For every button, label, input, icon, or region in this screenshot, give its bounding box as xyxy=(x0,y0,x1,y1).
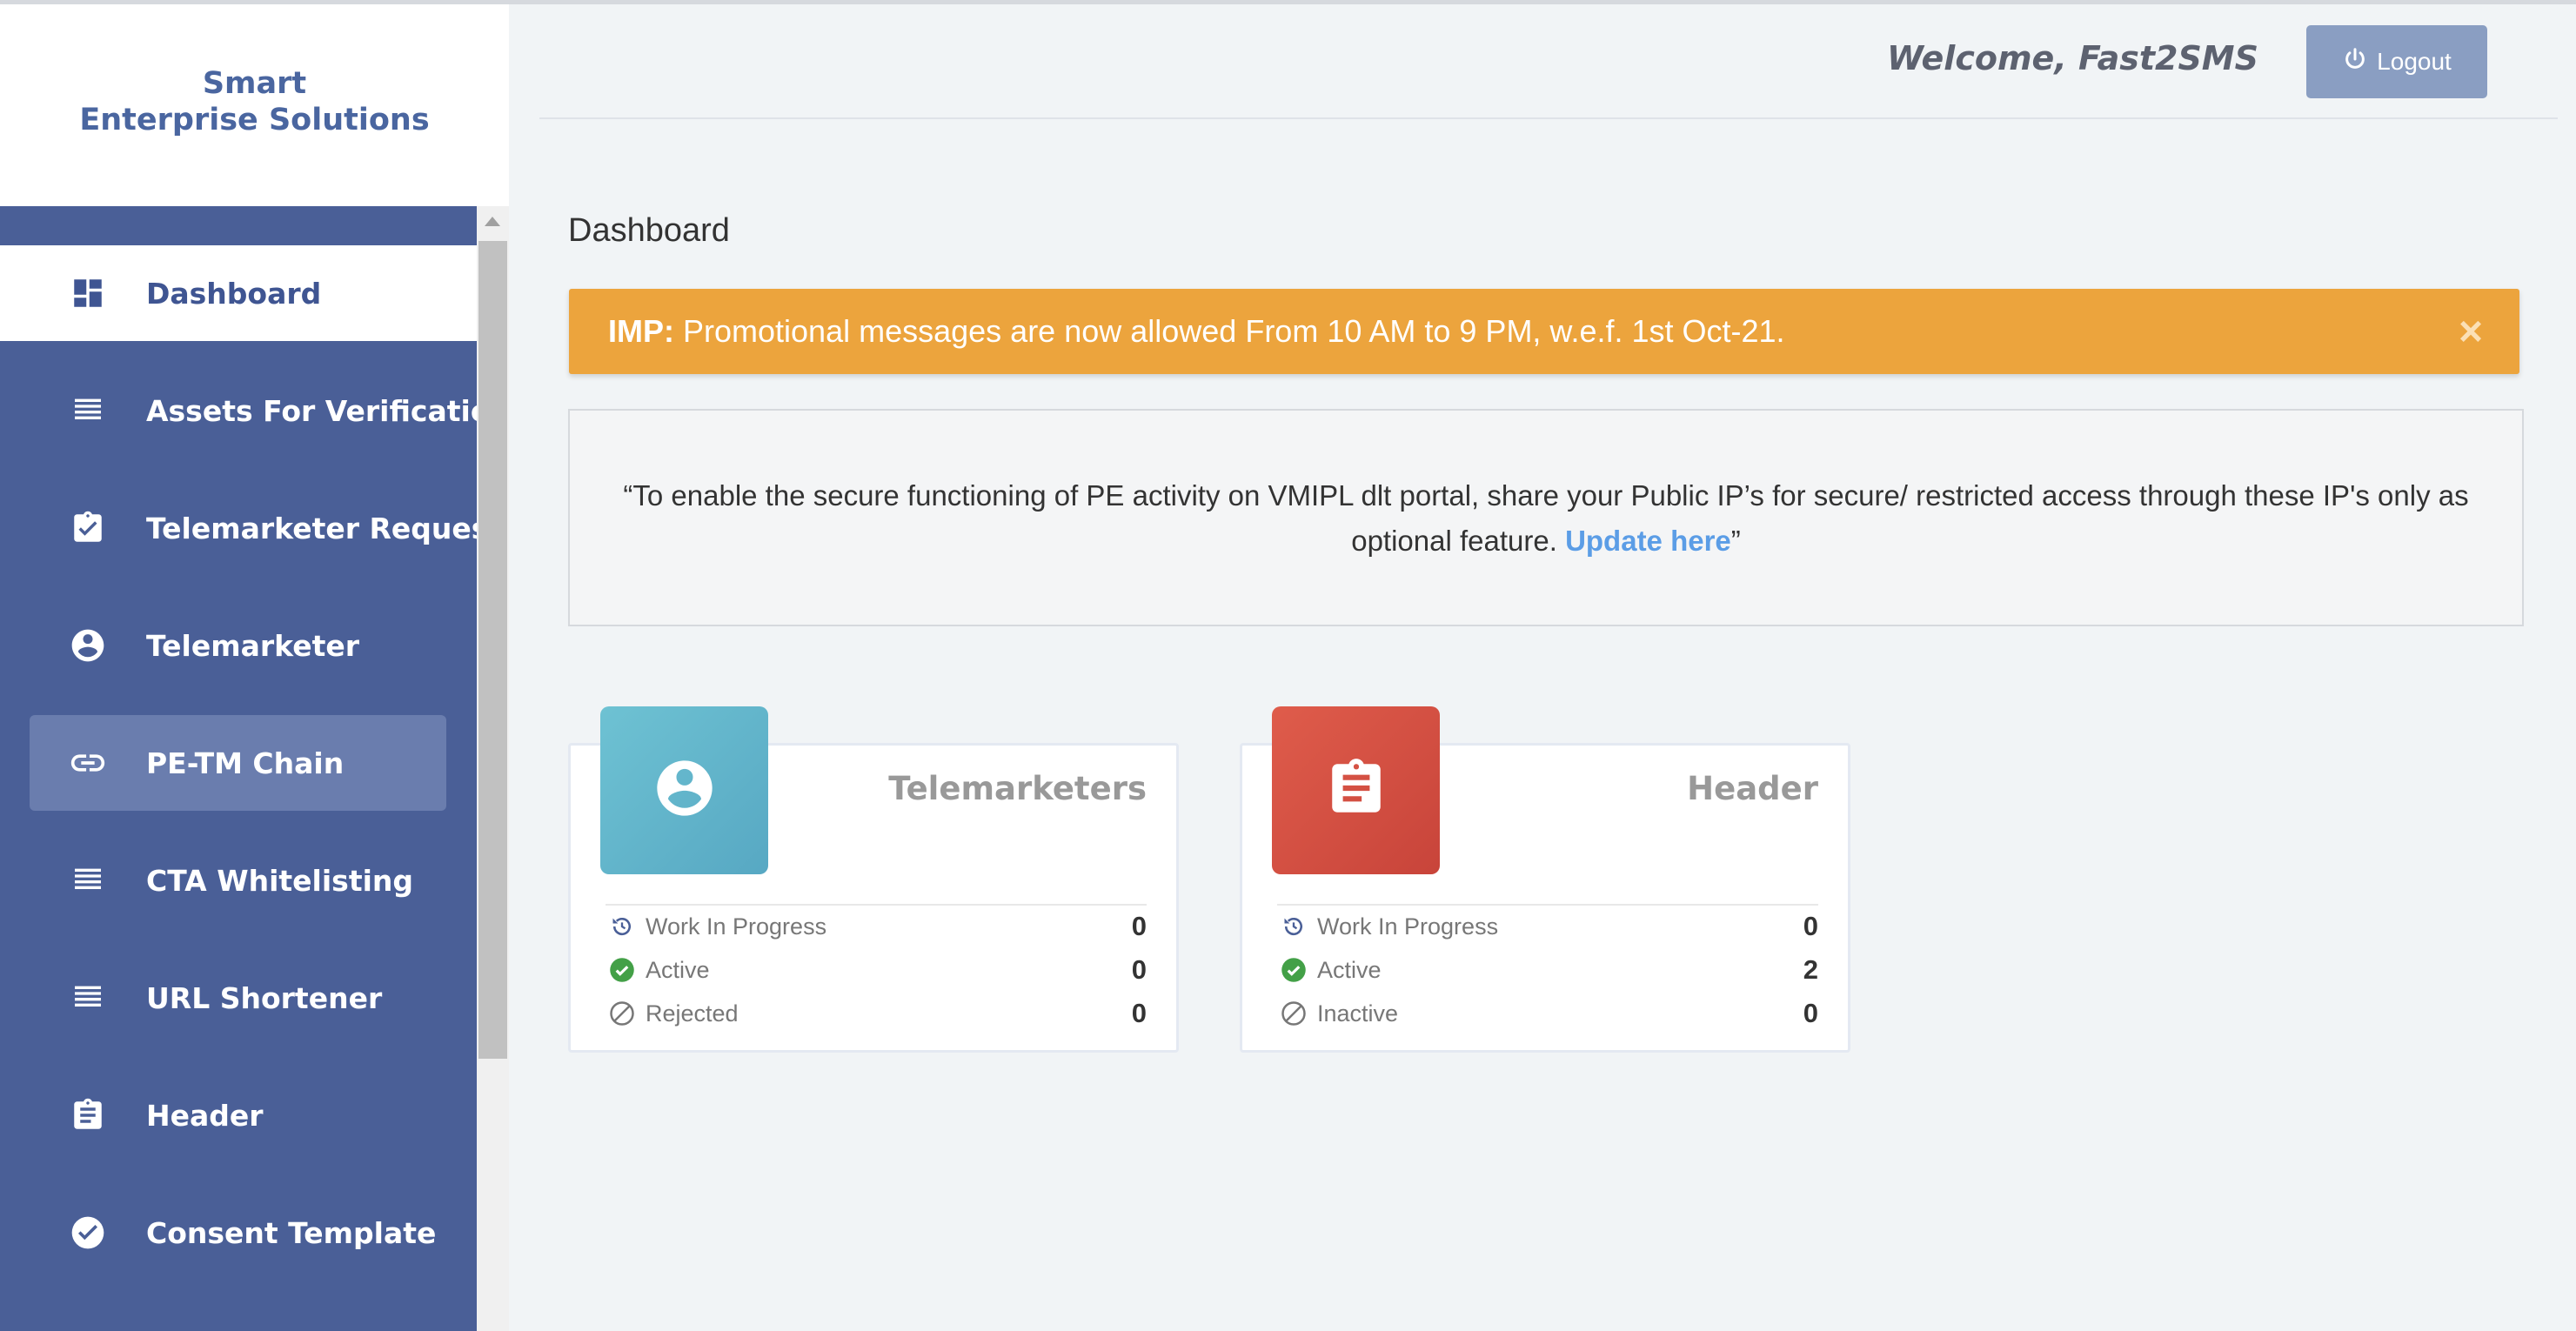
notice-text: “To enable the secure functioning of PE … xyxy=(596,473,2496,564)
telemarketers-card-icon-tile xyxy=(600,706,768,874)
sidebar-item-dashboard[interactable]: Dashboard xyxy=(0,245,477,341)
ban-icon xyxy=(609,1000,635,1027)
stat-label: Inactive xyxy=(1317,1000,1399,1027)
card-title: Header xyxy=(1687,770,1818,807)
clipboard-check-icon xyxy=(68,508,108,548)
dashboard-icon xyxy=(68,273,108,313)
stat-label: Work In Progress xyxy=(1317,913,1499,940)
list-icon xyxy=(68,391,108,431)
stat-label: Work In Progress xyxy=(646,913,827,940)
history-icon xyxy=(609,913,635,940)
stat-value: 0 xyxy=(1131,911,1147,941)
sidebar-item-label: Assets For Verification xyxy=(146,393,477,428)
sidebar: Dashboard Assets For Verification Telema… xyxy=(0,206,477,1331)
sidebar-item-telemarketer-request[interactable]: Telemarketer Request xyxy=(0,480,477,576)
stat-value: 2 xyxy=(1803,954,1818,985)
stat-row-active: Active 2 xyxy=(1281,949,1818,991)
sidebar-item-label: Telemarketer xyxy=(146,628,360,663)
sidebar-item-label: PE-TM Chain xyxy=(146,746,345,780)
check-circle-icon xyxy=(1281,957,1307,983)
user-circle-icon xyxy=(652,755,718,826)
power-icon xyxy=(2342,46,2368,78)
logout-label: Logout xyxy=(2377,48,2452,75)
header-divider xyxy=(539,117,2558,119)
alert-text: IMP: Promotional messages are now allowe… xyxy=(608,313,1785,350)
sidebar-item-consent-template[interactable]: Consent Template xyxy=(0,1185,477,1281)
notice-suffix: ” xyxy=(1730,525,1741,557)
alert-banner: IMP: Promotional messages are now allowe… xyxy=(569,289,2519,374)
sidebar-item-label: CTA Whitelisting xyxy=(146,863,414,898)
card-title: Telemarketers xyxy=(888,770,1147,807)
stat-label: Active xyxy=(646,956,710,983)
clipboard-text-icon xyxy=(1324,756,1388,825)
page-title: Dashboard xyxy=(568,212,730,249)
brand-line-2: Enterprise Solutions xyxy=(79,103,430,137)
brand-line-1: Smart xyxy=(202,66,307,101)
stat-row-inactive: Inactive 0 xyxy=(1281,993,1818,1034)
sidebar-item-label: URL Shortener xyxy=(146,980,383,1015)
close-icon[interactable]: × xyxy=(2459,308,2483,356)
welcome-text: Welcome, Fast2SMS xyxy=(1887,39,2258,77)
stat-row-active: Active 0 xyxy=(609,949,1147,991)
logout-button[interactable]: Logout xyxy=(2306,25,2487,98)
stat-row-work-in-progress: Work In Progress 0 xyxy=(1281,906,1818,947)
stat-row-work-in-progress: Work In Progress 0 xyxy=(609,906,1147,947)
brand-area: Smart Enterprise Solutions xyxy=(0,4,509,206)
header-card-icon-tile xyxy=(1272,706,1440,874)
sidebar-scrollbar[interactable] xyxy=(477,206,509,1331)
sidebar-item-pe-tm-chain[interactable]: PE-TM Chain xyxy=(30,715,446,811)
history-icon xyxy=(1281,913,1307,940)
scroll-thumb[interactable] xyxy=(478,241,507,1059)
stat-label: Active xyxy=(1317,956,1382,983)
clipboard-text-icon xyxy=(68,1095,108,1135)
stat-label: Rejected xyxy=(646,1000,739,1027)
stat-value: 0 xyxy=(1803,998,1818,1028)
notice-body: “To enable the secure functioning of PE … xyxy=(623,479,2469,557)
stat-value: 0 xyxy=(1131,998,1147,1028)
update-here-link[interactable]: Update here xyxy=(1565,525,1731,557)
sidebar-item-label: Dashboard xyxy=(146,276,322,311)
alert-prefix: IMP: xyxy=(608,313,674,349)
sidebar-item-label: Consent Template xyxy=(146,1215,437,1250)
check-circle-icon xyxy=(68,1213,108,1253)
scroll-up-arrow-icon[interactable] xyxy=(485,217,500,226)
sidebar-item-url-shortener[interactable]: URL Shortener xyxy=(0,950,477,1046)
notice-box: “To enable the secure functioning of PE … xyxy=(568,409,2524,626)
stat-value: 0 xyxy=(1803,911,1818,941)
user-circle-icon xyxy=(68,625,108,666)
sidebar-item-label: Header xyxy=(146,1098,264,1133)
stat-value: 0 xyxy=(1131,954,1147,985)
ban-icon xyxy=(1281,1000,1307,1027)
sidebar-item-label: Telemarketer Request xyxy=(146,511,477,545)
brand-logo[interactable]: Smart Enterprise Solutions xyxy=(0,65,509,138)
alert-message: Promotional messages are now allowed Fro… xyxy=(674,313,1785,349)
link-icon xyxy=(68,743,108,783)
sidebar-item-assets-for-verification[interactable]: Assets For Verification xyxy=(0,363,477,458)
list-icon xyxy=(68,978,108,1018)
check-circle-icon xyxy=(609,957,635,983)
sidebar-item-telemarketer[interactable]: Telemarketer xyxy=(0,598,477,693)
list-icon xyxy=(68,860,108,900)
stat-row-rejected: Rejected 0 xyxy=(609,993,1147,1034)
sidebar-item-header[interactable]: Header xyxy=(0,1067,477,1163)
sidebar-item-cta-whitelisting[interactable]: CTA Whitelisting xyxy=(0,833,477,928)
